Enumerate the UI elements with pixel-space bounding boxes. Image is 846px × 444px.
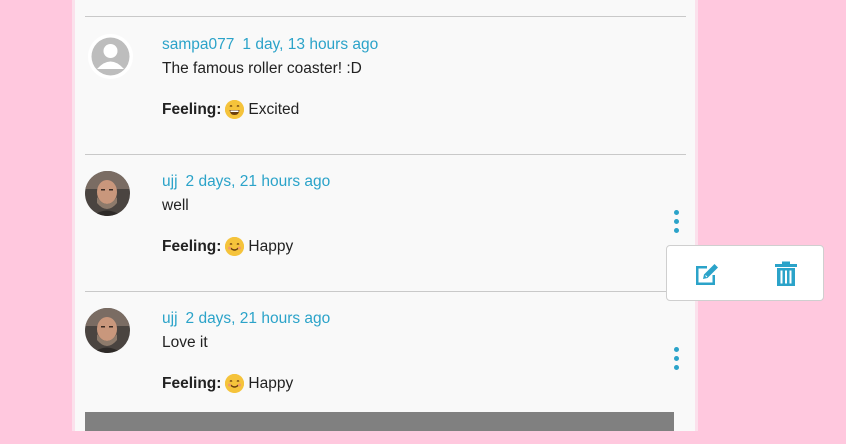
comment-input-bar[interactable] <box>85 412 674 431</box>
feeling-label: Feeling: <box>162 374 222 392</box>
comment-timestamp[interactable]: 2 days, 21 hours ago <box>186 310 331 327</box>
feeling-label: Feeling: <box>162 237 222 255</box>
user-avatar[interactable] <box>85 308 130 353</box>
user-avatar[interactable] <box>85 171 130 216</box>
comment-item: sampa077 1 day, 13 hours ago The famous r… <box>85 34 686 170</box>
comment-username[interactable]: ujj <box>162 173 178 190</box>
edit-icon[interactable] <box>693 260 721 288</box>
more-options-icon[interactable] <box>674 347 680 373</box>
smiling-face-icon <box>225 374 245 393</box>
comment-feeling: Feeling: Happy <box>162 237 293 256</box>
more-options-icon[interactable] <box>674 210 680 236</box>
comment-username[interactable]: sampa077 <box>162 36 234 53</box>
panel-edge-right <box>695 0 698 431</box>
comment-meta: sampa077 1 day, 13 hours ago <box>162 36 378 54</box>
grinning-face-icon <box>225 100 245 119</box>
comment-feeling: Feeling: Excited <box>162 100 299 119</box>
feeling-value: Happy <box>248 374 294 392</box>
comment-meta: ujj 2 days, 21 hours ago <box>162 173 330 191</box>
divider <box>85 16 686 17</box>
smiling-face-icon <box>225 237 245 256</box>
comment-text: well <box>162 197 189 214</box>
comment-username[interactable]: ujj <box>162 310 178 327</box>
comment-meta: ujj 2 days, 21 hours ago <box>162 310 330 328</box>
comment-text: Love it <box>162 334 208 351</box>
default-avatar-icon[interactable] <box>88 34 133 79</box>
comment-actions-popover <box>666 245 824 301</box>
feeling-value: Happy <box>248 237 294 255</box>
trash-icon[interactable] <box>772 260 800 288</box>
feeling-label: Feeling: <box>162 100 222 118</box>
comment-feeling: Feeling: Happy <box>162 374 293 393</box>
divider <box>85 154 686 155</box>
comment-timestamp[interactable]: 2 days, 21 hours ago <box>186 173 331 190</box>
comment-item: ujj 2 days, 21 hours ago well Feeling: Ha… <box>85 171 686 307</box>
comment-text: The famous roller coaster! :D <box>162 60 362 77</box>
divider <box>85 291 686 292</box>
comment-timestamp[interactable]: 1 day, 13 hours ago <box>242 36 378 53</box>
feeling-value: Excited <box>248 100 300 118</box>
